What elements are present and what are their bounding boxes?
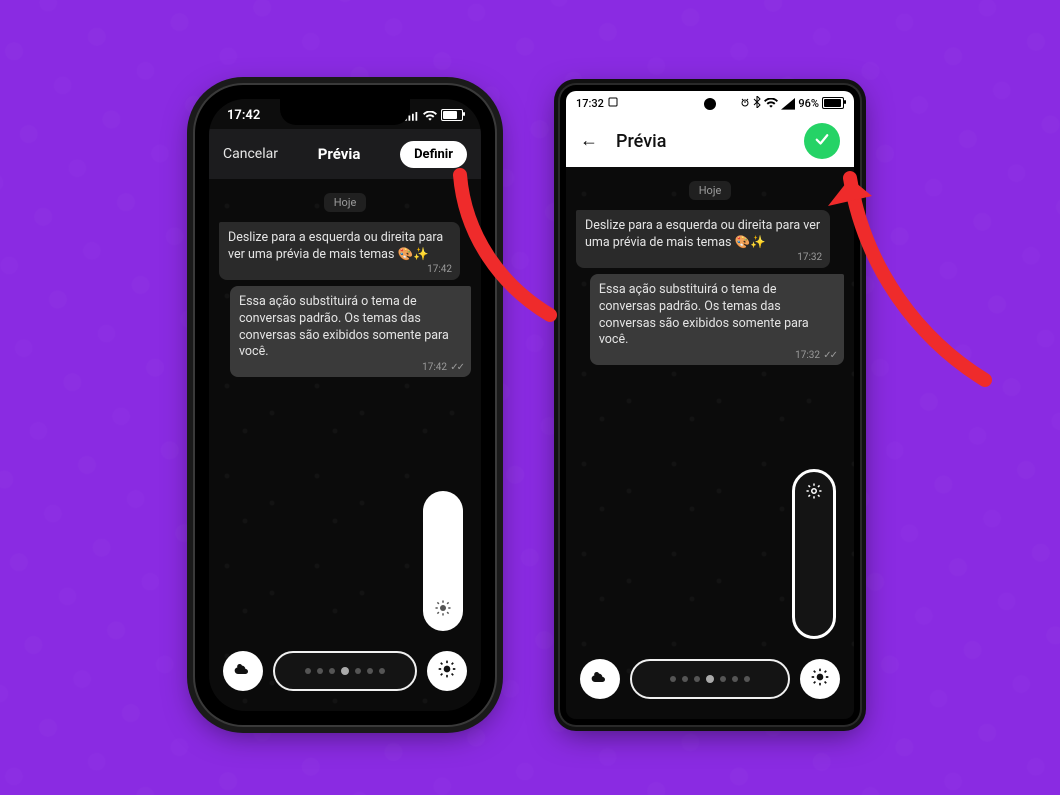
cloud-sun-icon <box>233 659 253 683</box>
theme-dot <box>694 676 700 682</box>
iphone-screen: 17:42 Cancelar Prévia Definir Hoje Desli… <box>209 99 481 711</box>
android-header-title: Prévia <box>616 131 804 152</box>
theme-dot <box>367 668 373 674</box>
brightness-button[interactable] <box>800 659 840 699</box>
cloud-sun-icon <box>590 667 610 691</box>
brightness-icon <box>810 667 830 691</box>
define-button[interactable]: Definir <box>400 141 467 168</box>
purple-background <box>0 0 1060 795</box>
ios-date-chip: Hoje <box>324 193 367 212</box>
check-icon <box>813 130 831 152</box>
android-camera-hole <box>704 98 716 110</box>
android-incoming-message: Deslize para a esquerda ou direita para … <box>576 210 830 268</box>
cellular-icon <box>781 98 795 108</box>
android-outgoing-message-time: 17:32 <box>795 349 820 363</box>
alarm-icon <box>740 97 750 110</box>
android-bottom-toolbar <box>580 655 840 703</box>
ios-outgoing-message-time: 17:42 <box>422 361 447 375</box>
confirm-button[interactable] <box>804 123 840 159</box>
wallpaper-button[interactable] <box>580 659 620 699</box>
wallpaper-button[interactable] <box>223 651 263 691</box>
cancel-button[interactable]: Cancelar <box>223 146 278 162</box>
theme-dot <box>355 668 361 674</box>
android-outgoing-message-text: Essa ação substituirá o tema de conversa… <box>599 282 809 348</box>
theme-dot <box>744 676 750 682</box>
wifi-icon <box>764 98 778 108</box>
ios-incoming-message-text: Deslize para a esquerda ou direita para … <box>228 230 443 262</box>
android-incoming-message-text: Deslize para a esquerda ou direita para … <box>585 218 820 250</box>
theme-dot-active <box>706 675 714 683</box>
iphone-device-frame: 17:42 Cancelar Prévia Definir Hoje Desli… <box>195 85 495 725</box>
theme-dot <box>329 668 335 674</box>
ios-incoming-message: Deslize para a esquerda ou direita para … <box>219 222 460 280</box>
theme-dot <box>670 676 676 682</box>
bluetooth-icon <box>753 96 761 111</box>
read-ticks-icon: ✓✓ <box>823 349 836 363</box>
ios-brightness-slider[interactable] <box>423 491 463 631</box>
iphone-notch <box>280 99 410 125</box>
theme-dot <box>317 668 323 674</box>
theme-dot <box>682 676 688 682</box>
read-ticks-icon: ✓✓ <box>450 361 463 375</box>
ios-nav-header: Cancelar Prévia Definir <box>209 129 481 179</box>
ios-outgoing-message-text: Essa ação substituirá o tema de conversa… <box>239 294 449 360</box>
theme-selector-rail[interactable] <box>273 651 417 691</box>
ios-status-icons <box>405 109 463 121</box>
theme-dot <box>720 676 726 682</box>
theme-dot <box>305 668 311 674</box>
android-screen: 17:32 96% <box>566 91 854 719</box>
theme-selector-rail[interactable] <box>630 659 790 699</box>
android-brightness-slider[interactable] <box>792 469 836 639</box>
android-status-battery-text: 96% <box>798 97 819 110</box>
ios-outgoing-message: Essa ação substituirá o tema de conversa… <box>230 286 471 378</box>
android-device-frame: 17:32 96% <box>560 85 860 725</box>
ios-chat-preview[interactable]: Hoje Deslize para a esquerda ou direita … <box>209 179 481 711</box>
brightness-button[interactable] <box>427 651 467 691</box>
android-nav-header: ← Prévia <box>566 115 854 167</box>
android-outgoing-message: Essa ação substituirá o tema de conversa… <box>590 274 844 366</box>
ios-bottom-toolbar <box>223 647 467 695</box>
theme-dot <box>379 668 385 674</box>
android-chat-preview[interactable]: Hoje Deslize para a esquerda ou direita … <box>566 167 854 719</box>
ios-status-time: 17:42 <box>227 108 260 123</box>
ios-header-title: Prévia <box>318 145 361 163</box>
back-arrow-icon: ← <box>580 130 598 151</box>
android-status-time: 17:32 <box>576 97 604 110</box>
brightness-icon <box>437 659 457 683</box>
notification-badge-icon <box>608 97 618 110</box>
battery-icon <box>441 109 463 121</box>
wifi-icon <box>423 110 437 120</box>
theme-dot <box>732 676 738 682</box>
brightness-icon <box>434 599 452 621</box>
back-button[interactable]: ← <box>580 132 598 150</box>
android-incoming-message-time: 17:32 <box>797 251 822 265</box>
battery-icon <box>822 97 844 109</box>
gear-icon <box>805 482 823 504</box>
android-date-chip: Hoje <box>689 181 732 200</box>
android-status-icons: 96% <box>740 96 844 111</box>
ios-incoming-message-time: 17:42 <box>427 263 452 277</box>
theme-dot-active <box>341 667 349 675</box>
